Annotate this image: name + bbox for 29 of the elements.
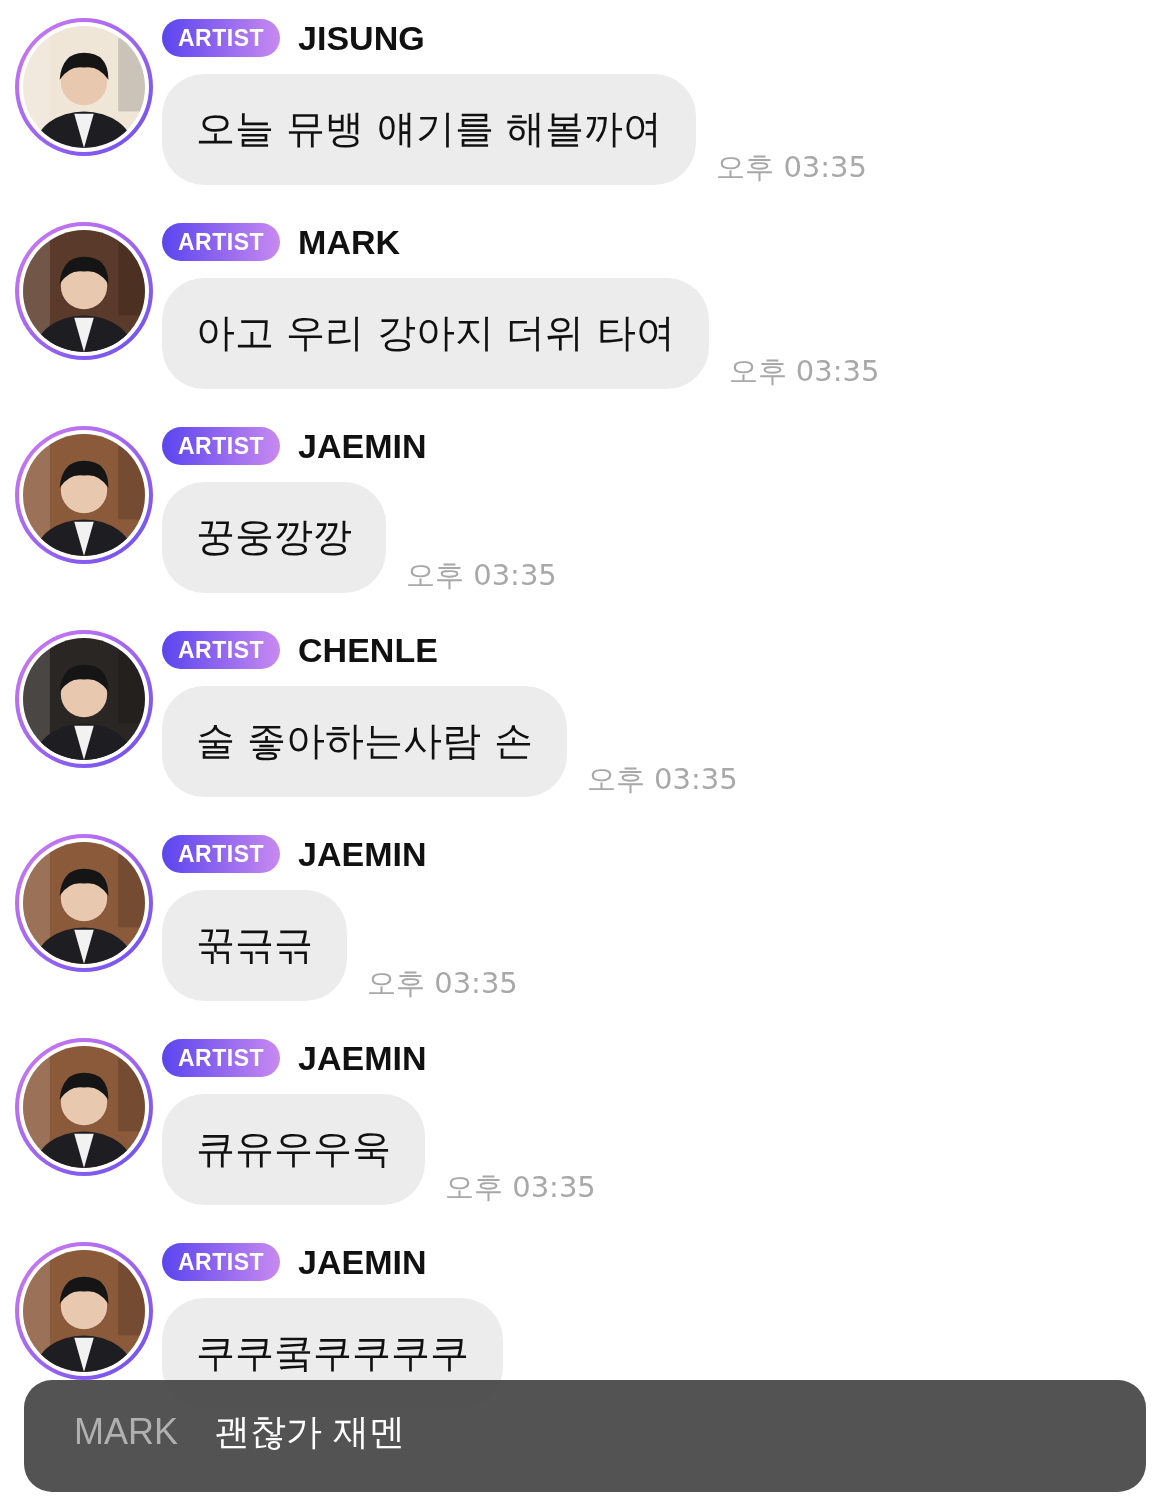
role-badge: ARTIST (162, 1038, 281, 1078)
role-badge: ARTIST (162, 630, 281, 670)
sender-name: JAEMIN (298, 425, 427, 467)
message-bubble: 오늘 뮤뱅 얘기를 해볼까여 (162, 74, 697, 185)
message-time: 오후 03:35 (406, 556, 557, 594)
message-time: 오후 03:35 (728, 352, 880, 390)
message-bubble: 큐유우우욱 (162, 1094, 425, 1205)
message-bubble: 술 좋아하는사람 손 (162, 686, 567, 797)
role-badge: ARTIST (162, 18, 281, 58)
role-badge: ARTIST (162, 222, 281, 262)
message-time: 오후 03:35 (367, 964, 518, 1002)
notification-toast[interactable]: MARK 괜찮가 재멘 (24, 1380, 1146, 1492)
message-bubble: 아고 우리 강아지 더위 타여 (162, 278, 709, 389)
sender-name: CHENLE (298, 629, 438, 671)
toast-sender: MARK (74, 1410, 178, 1454)
sender-name: JAEMIN (298, 833, 427, 875)
role-badge: ARTIST (162, 426, 281, 466)
sender-name: JAEMIN (298, 1241, 427, 1283)
sender-name: JISUNG (298, 17, 425, 59)
message-bubble: 꾺귺귺 (162, 890, 347, 1001)
message-time: 오후 03:35 (586, 760, 738, 798)
message-time: 오후 03:35 (445, 1168, 596, 1206)
role-badge: ARTIST (162, 834, 281, 874)
sender-name: JAEMIN (298, 1037, 427, 1079)
message-bubble: 꿍웅깡깡 (162, 482, 386, 593)
role-badge: ARTIST (162, 1242, 281, 1282)
message-time: 오후 03:35 (716, 148, 867, 186)
toast-message: 괜찮가 재멘 (214, 1410, 406, 1454)
sender-name: MARK (298, 221, 401, 263)
